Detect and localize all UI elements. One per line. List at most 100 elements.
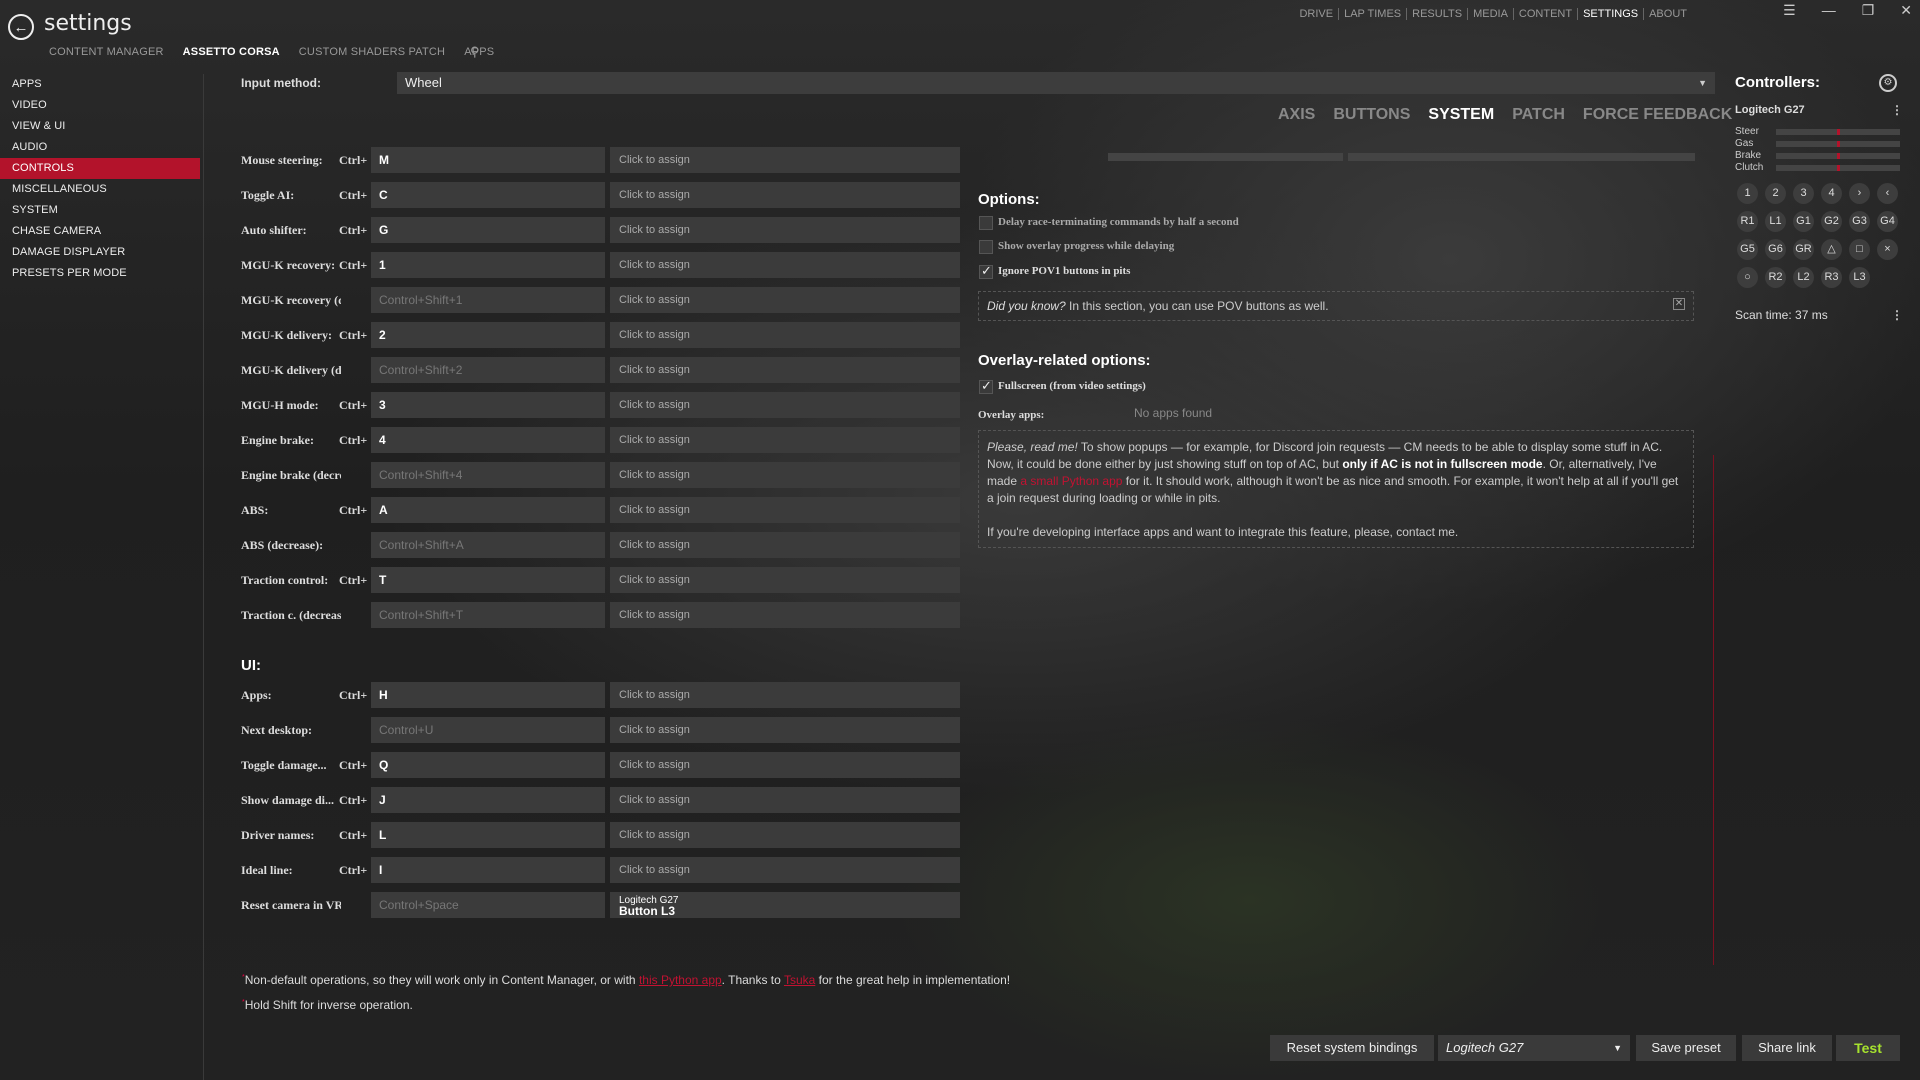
binding-assign-field[interactable]: Click to assign <box>610 427 960 453</box>
sidebar-item-system[interactable]: SYSTEM <box>0 200 200 221</box>
binding-assign-field[interactable]: Click to assign <box>610 392 960 418</box>
close-icon[interactable]: ✕ <box>1673 298 1685 310</box>
scrollbar-divider[interactable] <box>1713 455 1714 965</box>
binding-key-field[interactable]: 1 <box>371 252 605 278</box>
binding-assign-field[interactable]: Click to assign <box>610 857 960 883</box>
sidebar-item-apps[interactable]: APPS <box>0 74 200 95</box>
search-icon[interactable]: ⚲ <box>470 44 480 60</box>
sidebar-item-chase-camera[interactable]: CHASE CAMERA <box>0 221 200 242</box>
tab-system[interactable]: SYSTEM <box>1428 106 1494 124</box>
binding-key-field[interactable]: Control+Shift+2 <box>371 357 605 383</box>
arrow-left-icon: ← <box>13 18 29 36</box>
nav-results[interactable]: RESULTS <box>1407 8 1469 20</box>
preset-select[interactable]: Logitech G27 ▼ <box>1438 1035 1630 1061</box>
binding-key-field[interactable]: 3 <box>371 392 605 418</box>
binding-key-field[interactable]: M <box>371 147 605 173</box>
binding-key-field[interactable]: H <box>371 682 605 708</box>
sidebar-item-view-ui[interactable]: VIEW & UI <box>0 116 200 137</box>
share-link-button[interactable]: Share link <box>1742 1035 1832 1061</box>
binding-assign-field[interactable]: Click to assign <box>610 182 960 208</box>
binding-key-field[interactable]: G <box>371 217 605 243</box>
subtab-content-manager[interactable]: CONTENT MANAGER <box>49 46 164 58</box>
nav-media[interactable]: MEDIA <box>1468 8 1514 20</box>
binding-key-field[interactable]: Control+Shift+1 <box>371 287 605 313</box>
show-overlay-progress-checkbox[interactable] <box>979 240 993 254</box>
binding-key-field[interactable]: 2 <box>371 322 605 348</box>
restore-icon[interactable]: ❐ <box>1862 2 1875 19</box>
delay-commands-checkbox[interactable] <box>979 216 993 230</box>
binding-assign-field[interactable]: Click to assign <box>610 532 960 558</box>
sidebar-item-miscellaneous[interactable]: MISCELLANEOUS <box>0 179 200 200</box>
tab-force-feedback[interactable]: FORCE FEEDBACK <box>1583 106 1732 124</box>
sidebar-item-audio[interactable]: AUDIO <box>0 137 200 158</box>
binding-key-field[interactable]: I <box>371 857 605 883</box>
binding-key-field[interactable]: T <box>371 567 605 593</box>
footnote-1-text-b: . Thanks to <box>721 973 784 987</box>
reset-system-bindings-button[interactable]: Reset system bindings <box>1270 1035 1434 1061</box>
gear-icon[interactable]: ⚙ <box>1879 74 1897 92</box>
sidebar-item-presets-per-mode[interactable]: PRESETS PER MODE <box>0 263 200 284</box>
binding-key-field[interactable]: C <box>371 182 605 208</box>
binding-assign-field[interactable]: Click to assign <box>610 357 960 383</box>
tab-buttons[interactable]: BUTTONS <box>1333 106 1410 124</box>
back-button[interactable]: ← <box>8 14 34 40</box>
binding-key-field[interactable]: 4 <box>371 427 605 453</box>
binding-assign-field[interactable]: Click to assign <box>610 217 960 243</box>
binding-assign-field[interactable]: Click to assign <box>610 147 960 173</box>
minimize-icon[interactable]: — <box>1822 2 1836 19</box>
nav-content[interactable]: CONTENT <box>1514 8 1579 20</box>
fullscreen-checkbox[interactable] <box>979 378 993 394</box>
footnote-marker: * <box>242 974 245 981</box>
binding-key-field[interactable]: J <box>371 787 605 813</box>
nav-settings[interactable]: SETTINGS <box>1578 8 1645 20</box>
menu-icon[interactable]: ☰ <box>1783 2 1796 19</box>
binding-key-field[interactable]: L <box>371 822 605 848</box>
binding-assign-field[interactable]: Click to assign <box>610 287 960 313</box>
binding-assign-field[interactable]: Click to assign <box>610 752 960 778</box>
nav-lap-times[interactable]: LAP TIMES <box>1339 8 1408 20</box>
assigned-button: Button L3 <box>619 904 675 918</box>
binding-label: MGU-K delivery (decrea... <box>241 363 341 377</box>
binding-key-field[interactable]: Control+Shift+T <box>371 602 605 628</box>
binding-assign-field[interactable]: Click to assign <box>610 497 960 523</box>
binding-key-field[interactable]: Q <box>371 752 605 778</box>
subtab-custom-shaders-patch[interactable]: CUSTOM SHADERS PATCH <box>299 46 445 58</box>
sidebar-item-damage-displayer[interactable]: DAMAGE DISPLAYER <box>0 242 200 263</box>
page-title: settings <box>44 11 132 36</box>
nav-drive[interactable]: DRIVE <box>1294 8 1340 20</box>
binding-assign-field[interactable]: Click to assign <box>610 252 960 278</box>
binding-assign-field[interactable]: Click to assign <box>610 602 960 628</box>
binding-assign-field[interactable]: Click to assign <box>610 717 960 743</box>
python-app-link[interactable]: a small Python app <box>1020 474 1122 488</box>
save-preset-button[interactable]: Save preset <box>1636 1035 1736 1061</box>
binding-assign-field[interactable]: Click to assign <box>610 462 960 488</box>
main-nav: DRIVE LAP TIMES RESULTS MEDIA CONTENT SE… <box>1294 8 1692 20</box>
binding-assign-field[interactable]: Click to assign <box>610 787 960 813</box>
tip-heading: Did you know? <box>987 299 1066 313</box>
binding-assign-field[interactable]: Click to assign <box>610 567 960 593</box>
binding-key-field[interactable]: Control+Shift+A <box>371 532 605 558</box>
sidebar-item-controls[interactable]: CONTROLS <box>0 158 200 179</box>
binding-assign-field[interactable]: Click to assign <box>610 822 960 848</box>
binding-key-field[interactable]: Control+Space <box>371 892 605 918</box>
subtab-assetto-corsa[interactable]: ASSETTO CORSA <box>183 46 280 58</box>
binding-assign-field[interactable]: Click to assign <box>610 682 960 708</box>
more-icon[interactable]: ⋮ <box>1891 103 1903 117</box>
binding-key-field[interactable]: Control+Shift+4 <box>371 462 605 488</box>
footnote-1: *Non-default operations, so they will wo… <box>242 973 1010 987</box>
binding-assign-field[interactable]: Click to assign <box>610 322 960 348</box>
tsuka-link[interactable]: Tsuka <box>784 973 815 987</box>
tab-patch[interactable]: PATCH <box>1512 106 1565 124</box>
binding-assign-field[interactable]: Logitech G27 Button L3 <box>610 892 960 918</box>
binding-key-field[interactable]: Control+U <box>371 717 605 743</box>
binding-key-field[interactable]: A <box>371 497 605 523</box>
this-python-app-link[interactable]: this Python app <box>639 973 722 987</box>
input-method-select[interactable]: Wheel ▼ <box>397 72 1715 94</box>
nav-about[interactable]: ABOUT <box>1644 8 1692 20</box>
close-icon[interactable]: ✕ <box>1900 2 1912 19</box>
scan-more-icon[interactable]: ⋮ <box>1891 308 1903 322</box>
tab-axis[interactable]: AXIS <box>1278 106 1315 124</box>
ignore-pov1-checkbox[interactable] <box>979 263 993 279</box>
test-button[interactable]: Test <box>1836 1035 1900 1061</box>
sidebar-item-video[interactable]: VIDEO <box>0 95 200 116</box>
